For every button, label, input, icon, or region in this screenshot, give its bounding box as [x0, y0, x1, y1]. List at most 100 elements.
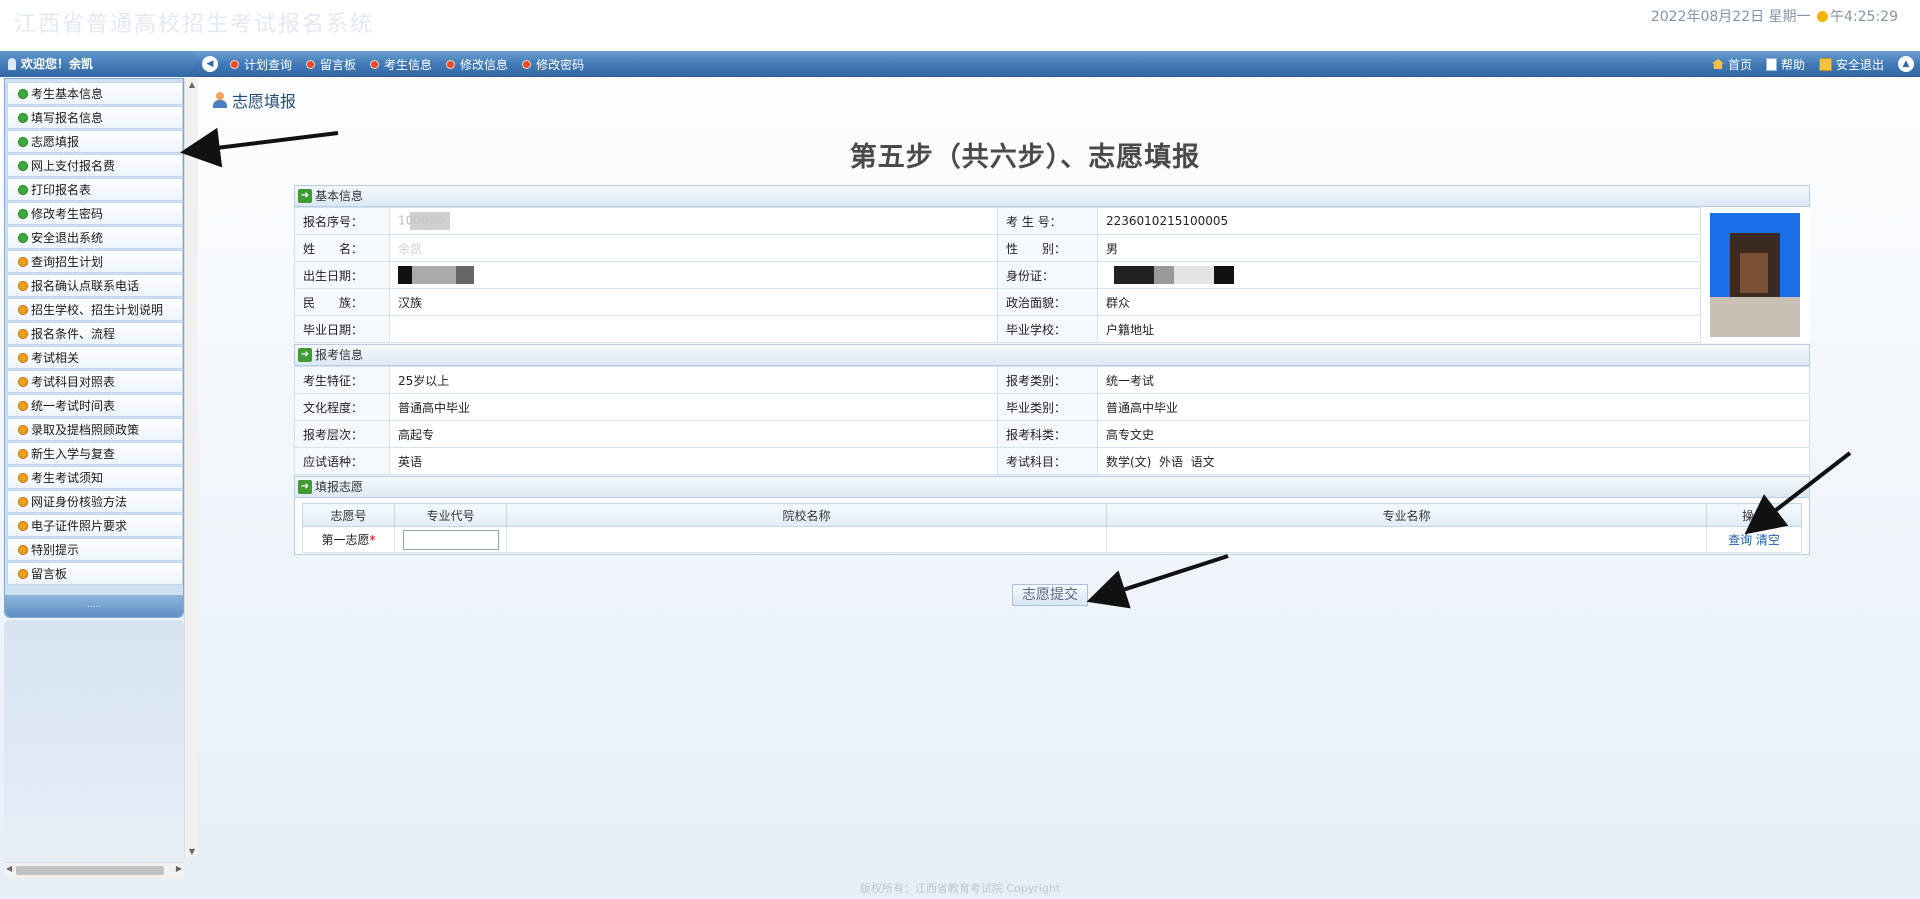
bullet-icon: [18, 329, 28, 339]
sidebar-item[interactable]: 网证身份核验方法: [7, 490, 183, 513]
sidebar-horizontal-scrollbar[interactable]: ◀ ▶: [4, 862, 184, 878]
sidebar-item-label: 特别提示: [31, 543, 80, 557]
value-cell: 普通高中毕业: [1097, 393, 1810, 421]
major-code-input[interactable]: [403, 529, 499, 550]
nav-change-password[interactable]: 修改密码: [522, 56, 584, 73]
home-icon: [1711, 59, 1724, 69]
sidebar-item-label: 考试相关: [31, 351, 80, 365]
query-link[interactable]: 查询: [1728, 533, 1752, 547]
value-cell: 高起专: [389, 420, 998, 448]
sidebar-item[interactable]: 考试相关: [7, 346, 183, 369]
label-cell: 毕业类别：: [997, 393, 1098, 421]
wish-table: 志愿号 专业代号 院校名称 专业名称 操作 第一志愿* 查询 清空: [302, 503, 1802, 553]
col-header-school-name: 院校名称: [506, 503, 1107, 527]
nav-item-label: 修改信息: [460, 57, 509, 72]
scrollbar-thumb[interactable]: [16, 866, 164, 875]
value-cell: 普通高中毕业: [389, 393, 998, 421]
sidebar-item[interactable]: 特别提示: [7, 538, 183, 561]
nav-message-board[interactable]: 留言板: [306, 56, 356, 73]
sidebar-item[interactable]: 安全退出系统: [7, 226, 183, 249]
bullet-icon: [18, 209, 28, 219]
sidebar-item[interactable]: 录取及提档照顾政策: [7, 418, 183, 441]
nav-item-label: 计划查询: [244, 57, 293, 72]
collapse-header-icon[interactable]: ▲: [1898, 56, 1914, 72]
nav-item-label: 考生信息: [384, 57, 433, 72]
sidebar-item[interactable]: 报名确认点联系电话: [7, 274, 183, 297]
sidebar-item-label: 考试科目对照表: [31, 375, 116, 389]
sidebar-item[interactable]: 电子证件照片要求: [7, 514, 183, 537]
photo-face-detail: [1740, 253, 1768, 293]
sidebar-item[interactable]: 新生入学与复查: [7, 442, 183, 465]
label-cell: 考试科目：: [997, 447, 1098, 475]
sidebar-item-label: 新生入学与复查: [31, 447, 116, 461]
redaction-block: [409, 212, 450, 230]
sidebar-item[interactable]: 报名条件、流程: [7, 322, 183, 345]
nav-student-info[interactable]: 考生信息: [370, 56, 432, 73]
sidebar-item[interactable]: 查询招生计划: [7, 250, 183, 273]
bullet-icon: [18, 257, 28, 267]
sidebar-item-label: 招生学校、招生计划说明: [31, 303, 164, 317]
value-cell: [389, 261, 998, 289]
bullet-icon: [18, 401, 28, 411]
page-heading-text: 志愿填报: [232, 92, 297, 111]
sidebar-vertical-scrollbar[interactable]: ▲ ▼: [184, 78, 198, 858]
sidebar-item-label: 报名确认点联系电话: [31, 279, 140, 293]
top-banner: 江西省普通高校招生考试报名系统 2022年08月22日 星期一 午4:25:29: [0, 0, 1920, 48]
scroll-up-icon[interactable]: ▲: [185, 80, 199, 89]
sidebar-item[interactable]: 填写报名信息: [7, 106, 183, 129]
label-cell: 身份证：: [997, 261, 1098, 289]
label-cell: 报考科类：: [997, 420, 1098, 448]
scroll-right-icon[interactable]: ▶: [176, 864, 182, 873]
collapse-sidebar-icon[interactable]: ◀: [202, 56, 218, 72]
banner-title: 江西省普通高校招生考试报名系统: [14, 12, 375, 37]
value-cell: 统一考试: [1097, 366, 1810, 394]
student-photo: [1710, 213, 1800, 337]
redaction-block: [1114, 266, 1154, 284]
home-label: 首页: [1727, 57, 1752, 72]
user-icon: [212, 92, 228, 108]
nav-right-menu: 首页 帮助 安全退出 ▲: [1711, 51, 1920, 77]
nav-edit-info[interactable]: 修改信息: [446, 56, 508, 73]
sidebar-item[interactable]: 考生基本信息: [7, 82, 183, 105]
sidebar-item[interactable]: 考生考试须知: [7, 466, 183, 489]
bullet-icon: [18, 233, 28, 243]
sidebar-item-label: 电子证件照片要求: [31, 519, 128, 533]
scroll-down-icon[interactable]: ▼: [185, 847, 199, 856]
submit-wish-button[interactable]: 志愿提交: [1012, 584, 1088, 606]
nav-dot-icon: [370, 59, 380, 69]
label-cell: 考 生 号：: [997, 207, 1098, 235]
table-row: 民 族： 汉族 政治面貌： 群众: [294, 288, 1810, 316]
name-value: 余凯: [398, 241, 423, 256]
table-row: 报名序号： 100000 考 生 号： 2236010215100005: [294, 207, 1810, 235]
section-title: 填报志愿: [315, 480, 364, 494]
col-header-wish-no: 志愿号: [302, 503, 395, 527]
scroll-left-icon[interactable]: ◀: [6, 864, 12, 873]
step-title: 第五步（共六步）、志愿填报: [849, 142, 1201, 173]
sidebar-item[interactable]: 留言板: [7, 562, 183, 585]
sidebar-item-label: 报名条件、流程: [31, 327, 116, 341]
clear-link[interactable]: 清空: [1756, 533, 1780, 547]
table-row: 毕业日期： 毕业学校： 户籍地址: [294, 315, 1810, 343]
table-row: 第一志愿* 查询 清空: [302, 526, 1802, 553]
sidebar-item[interactable]: 打印报名表: [7, 178, 183, 201]
help-link[interactable]: 帮助: [1765, 56, 1805, 73]
nav-item-label: 留言板: [320, 57, 357, 72]
redaction-block: [456, 266, 474, 284]
label-cell: 报考类别：: [997, 366, 1098, 394]
table-row: 姓 名： 余凯 性 别： 男: [294, 234, 1810, 262]
nav-plan-query[interactable]: 计划查询: [230, 56, 292, 73]
nav-dot-icon: [522, 59, 532, 69]
sidebar-item-label: 打印报名表: [31, 183, 92, 197]
bullet-icon: [18, 521, 28, 531]
nav-item-label: 修改密码: [536, 57, 585, 72]
time-text: 午4:25:29: [1830, 9, 1898, 25]
sidebar-item[interactable]: 修改考生密码: [7, 202, 183, 225]
redaction-block: [412, 266, 456, 284]
logout-link[interactable]: 安全退出: [1818, 56, 1884, 73]
required-marker: *: [369, 533, 376, 547]
home-link[interactable]: 首页: [1711, 56, 1752, 73]
arrow-right-icon: ➜: [298, 480, 312, 494]
sidebar-item[interactable]: 统一考试时间表: [7, 394, 183, 417]
sidebar-item[interactable]: 招生学校、招生计划说明: [7, 298, 183, 321]
sidebar-item[interactable]: 考试科目对照表: [7, 370, 183, 393]
